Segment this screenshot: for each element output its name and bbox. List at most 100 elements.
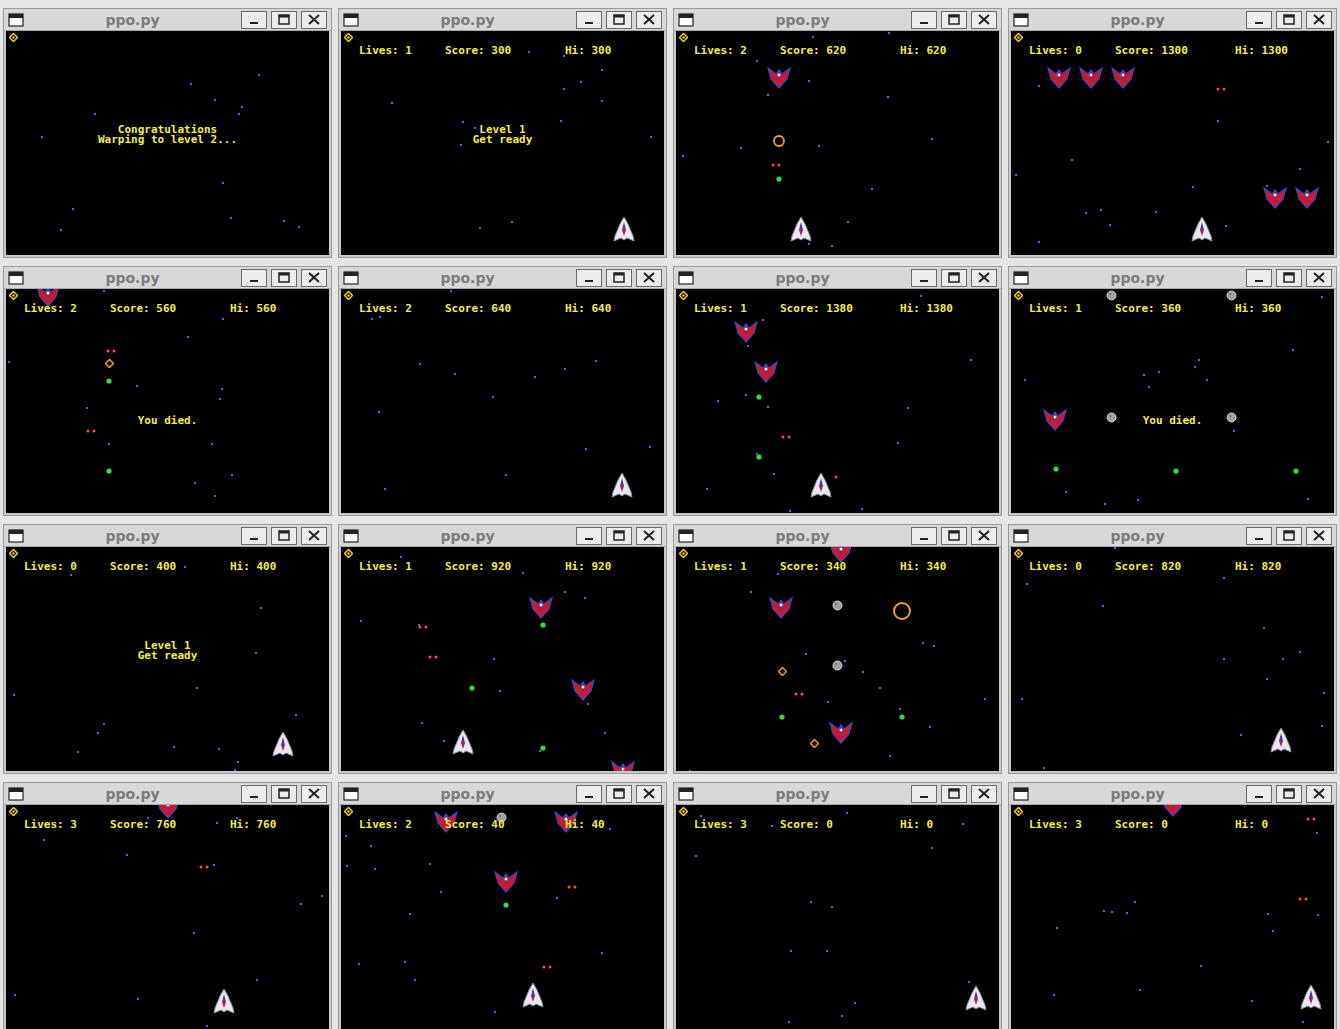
asteroid-icon [832, 660, 843, 671]
title-bar[interactable]: ppo.py [674, 783, 1001, 805]
title-bar[interactable]: ppo.py [1009, 267, 1336, 289]
close-icon [640, 786, 658, 801]
maximize-button[interactable] [606, 527, 632, 545]
maximize-button[interactable] [606, 269, 632, 287]
maximize-button[interactable] [1276, 11, 1302, 29]
window-title: ppo.py [1029, 787, 1246, 801]
close-button[interactable] [301, 785, 327, 803]
game-area[interactable]: CongratulationsWarping to level 2... [6, 31, 329, 255]
title-bar[interactable]: ppo.py [4, 9, 331, 31]
game-area[interactable]: Lives: 1Score: 300Hi: 300Level 1Get read… [341, 31, 664, 255]
star [1114, 547, 1116, 549]
minimize-button[interactable] [241, 11, 267, 29]
minimize-button[interactable] [911, 785, 937, 803]
title-bar[interactable]: ppo.py [339, 267, 666, 289]
star [1085, 212, 1087, 214]
game-area[interactable]: Lives: 3Score: 0Hi: 0 [676, 805, 999, 1029]
minimize-button[interactable] [241, 527, 267, 545]
star [429, 863, 431, 865]
title-bar[interactable]: ppo.py [674, 267, 1001, 289]
close-button[interactable] [636, 527, 662, 545]
game-area[interactable]: Lives: 0Score: 820Hi: 820 [1011, 547, 1334, 771]
title-bar[interactable]: ppo.py [4, 525, 331, 547]
maximize-button[interactable] [1276, 269, 1302, 287]
title-bar[interactable]: ppo.py [4, 783, 331, 805]
close-button[interactable] [301, 527, 327, 545]
maximize-button[interactable] [271, 11, 297, 29]
game-area[interactable]: Lives: 2Score: 560Hi: 560You died. [6, 289, 329, 513]
minimize-button[interactable] [1246, 785, 1272, 803]
minimize-button[interactable] [241, 269, 267, 287]
minimize-button[interactable] [911, 269, 937, 287]
star [871, 188, 873, 190]
minimize-button[interactable] [241, 785, 267, 803]
enemy-ship-icon [734, 319, 758, 343]
star [360, 620, 362, 622]
maximize-button[interactable] [271, 527, 297, 545]
minimize-button[interactable] [576, 11, 602, 29]
lives-label: Lives: 3 [1011, 818, 1115, 831]
close-button[interactable] [301, 269, 327, 287]
minimize-button[interactable] [911, 11, 937, 29]
close-button[interactable] [1306, 11, 1332, 29]
title-bar[interactable]: ppo.py [339, 783, 666, 805]
close-button[interactable] [971, 11, 997, 29]
title-bar[interactable]: ppo.py [4, 267, 331, 289]
game-area[interactable]: Lives: 1Score: 1380Hi: 1380 [676, 289, 999, 513]
title-bar[interactable]: ppo.py [674, 525, 1001, 547]
title-bar[interactable]: ppo.py [1009, 525, 1336, 547]
maximize-button[interactable] [271, 785, 297, 803]
title-bar[interactable]: ppo.py [339, 525, 666, 547]
game-area[interactable]: Lives: 2Score: 40Hi: 40 [341, 805, 664, 1029]
minimize-button[interactable] [576, 527, 602, 545]
maximize-button[interactable] [1276, 527, 1302, 545]
close-button[interactable] [971, 527, 997, 545]
maximize-button[interactable] [941, 785, 967, 803]
star [933, 645, 935, 647]
minimize-button[interactable] [911, 527, 937, 545]
star [1126, 912, 1128, 914]
game-area[interactable]: Lives: 3Score: 0Hi: 0 [1011, 805, 1334, 1029]
game-area[interactable]: Lives: 1Score: 920Hi: 920 [341, 547, 664, 771]
minimize-button[interactable] [1246, 11, 1272, 29]
game-area[interactable]: Lives: 0Score: 400Hi: 400Level 1Get read… [6, 547, 329, 771]
minimize-button[interactable] [1246, 527, 1272, 545]
close-button[interactable] [636, 785, 662, 803]
game-logo-icon [9, 33, 18, 42]
maximize-button[interactable] [1276, 785, 1302, 803]
star [1321, 725, 1323, 727]
enemy-ship-icon [754, 359, 778, 383]
close-button[interactable] [636, 269, 662, 287]
maximize-button[interactable] [941, 11, 967, 29]
title-bar[interactable]: ppo.py [339, 9, 666, 31]
star [214, 99, 216, 101]
game-logo-icon [1014, 291, 1023, 300]
maximize-button[interactable] [941, 527, 967, 545]
close-button[interactable] [301, 11, 327, 29]
window-icon [343, 787, 359, 801]
game-area[interactable]: Lives: 3Score: 760Hi: 760 [6, 805, 329, 1029]
close-button[interactable] [636, 11, 662, 29]
maximize-button[interactable] [606, 785, 632, 803]
game-area[interactable]: Lives: 2Score: 620Hi: 620 [676, 31, 999, 255]
close-button[interactable] [1306, 785, 1332, 803]
game-area[interactable]: Lives: 1Score: 340Hi: 340 [676, 547, 999, 771]
close-button[interactable] [1306, 269, 1332, 287]
title-bar[interactable]: ppo.py [674, 9, 1001, 31]
close-button[interactable] [971, 785, 997, 803]
game-area[interactable]: Lives: 2Score: 640Hi: 640 [341, 289, 664, 513]
minimize-button[interactable] [576, 269, 602, 287]
maximize-button[interactable] [271, 269, 297, 287]
title-bar[interactable]: ppo.py [1009, 9, 1336, 31]
close-button[interactable] [1306, 527, 1332, 545]
star [968, 981, 970, 983]
close-button[interactable] [971, 269, 997, 287]
maximize-button[interactable] [606, 11, 632, 29]
title-bar[interactable]: ppo.py [1009, 783, 1336, 805]
game-logo-icon [679, 33, 688, 42]
game-area[interactable]: Lives: 1Score: 360Hi: 360You died. [1011, 289, 1334, 513]
minimize-button[interactable] [1246, 269, 1272, 287]
minimize-button[interactable] [576, 785, 602, 803]
game-area[interactable]: Lives: 0Score: 1300Hi: 1300 [1011, 31, 1334, 255]
maximize-button[interactable] [941, 269, 967, 287]
